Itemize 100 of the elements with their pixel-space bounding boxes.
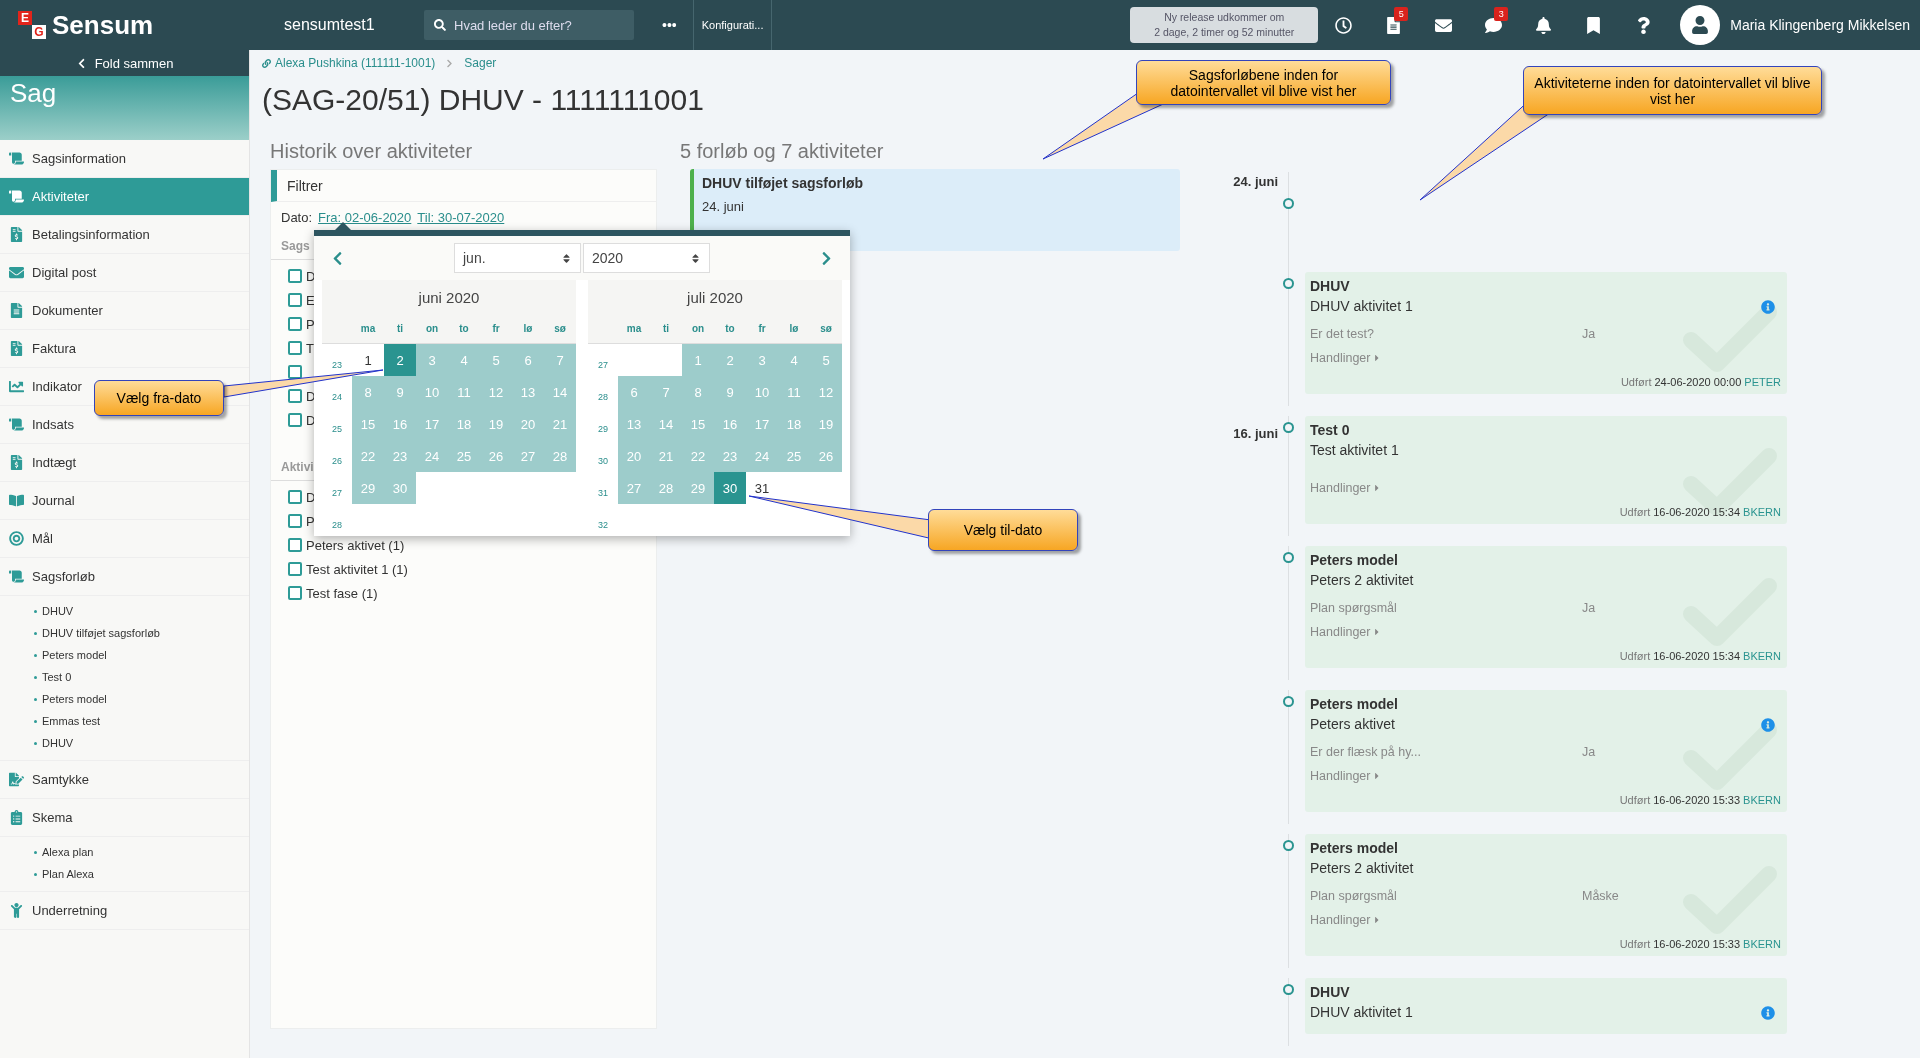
sidebar-item[interactable]: Faktura [0,330,249,368]
calendar-day[interactable]: 26 [810,440,842,472]
calendar-day[interactable]: 30 [714,472,746,504]
calendar-day[interactable]: 6 [618,376,650,408]
search-field[interactable]: Hvad leder du efter? [424,10,634,40]
actions-link[interactable]: Handlinger [1310,476,1781,500]
actions-link[interactable]: Handlinger [1310,620,1781,644]
calendar-day[interactable]: 1 [682,344,714,376]
course-card[interactable]: DHUV tilføjet sagsforløb 24. juni [690,169,1180,251]
calendar-day[interactable]: 24 [416,440,448,472]
sidebar-subitem[interactable]: Test 0 [34,666,249,688]
user-link[interactable]: BKERN [1743,506,1781,518]
info-icon[interactable] [1761,718,1775,732]
checkbox[interactable] [288,562,302,576]
actions-link[interactable]: Handlinger [1310,346,1781,370]
sidebar-subitem[interactable]: DHUV [34,600,249,622]
sidebar-item[interactable]: Sagsforløb [0,558,249,596]
calendar-day[interactable]: 11 [448,376,480,408]
breadcrumb-link[interactable]: Sager [464,56,497,70]
calendar-day[interactable]: 15 [352,408,384,440]
calendar-day[interactable]: 18 [448,408,480,440]
calendar-day[interactable]: 27 [618,472,650,504]
sidebar-item[interactable]: Skema [0,799,249,837]
actions-link[interactable]: Handlinger [1310,908,1781,932]
calendar-day[interactable]: 20 [512,408,544,440]
calendar-day[interactable]: 17 [416,408,448,440]
calendar-day[interactable]: 18 [778,408,810,440]
calendar-day[interactable]: 19 [480,408,512,440]
breadcrumb-link[interactable]: Alexa Pushkina (111111-1001) [262,56,436,70]
actions-link[interactable]: Handlinger [1310,764,1781,788]
calendar-day[interactable]: 8 [352,376,384,408]
calendar-day[interactable]: 6 [512,344,544,376]
checkbox[interactable] [288,490,302,504]
sidebar-subitem[interactable]: Peters model [34,644,249,666]
calendar-day[interactable]: 29 [682,472,714,504]
calendar-day[interactable]: 25 [448,440,480,472]
calendar-day[interactable]: 15 [682,408,714,440]
sidebar-subitem[interactable]: DHUV tilføjet sagsforløb [34,622,249,644]
calendar-day[interactable]: 28 [544,440,576,472]
calendar-day[interactable]: 19 [810,408,842,440]
info-icon[interactable] [1761,1006,1775,1020]
sidebar-subitem[interactable]: Emmas test [34,710,249,732]
to-date-link[interactable]: Til: 30-07-2020 [417,210,505,225]
calendar-day[interactable]: 14 [650,408,682,440]
calendar-day[interactable]: 14 [544,376,576,408]
sidebar-item[interactable]: Betalingsinformation [0,216,249,254]
calendar-day[interactable]: 5 [480,344,512,376]
calendar-day[interactable]: 30 [384,472,416,504]
sidebar-item[interactable]: Samtykke [0,761,249,799]
sidebar-item[interactable]: Digital post [0,254,249,292]
sidebar-item[interactable]: Underretning [0,892,249,930]
calendar-day[interactable]: 20 [618,440,650,472]
avatar[interactable] [1680,5,1721,45]
sidebar-subitem[interactable]: DHUV [34,732,249,754]
calendar-day[interactable]: 24 [746,440,778,472]
checkbox[interactable] [288,317,302,331]
checkbox[interactable] [288,538,302,552]
sidebar-item[interactable]: Mål [0,520,249,558]
calendar-day[interactable]: 8 [682,376,714,408]
user-link[interactable]: BKERN [1743,794,1781,806]
calendar-day[interactable]: 9 [714,376,746,408]
calendar-day[interactable]: 5 [810,344,842,376]
calendar-day[interactable]: 29 [352,472,384,504]
calendar-day[interactable]: 26 [480,440,512,472]
year-select[interactable]: 2020 [583,243,710,273]
config-menu-button[interactable]: Konfigurati... [692,0,773,50]
calendar-day[interactable]: 12 [810,376,842,408]
checkbox[interactable] [288,365,302,379]
calendar-day[interactable]: 23 [714,440,746,472]
sidebar-item[interactable]: Indtægt [0,444,249,482]
calendar-day[interactable]: 13 [512,376,544,408]
calendar-day[interactable]: 13 [618,408,650,440]
calendar-day[interactable]: 7 [544,344,576,376]
calendar-day[interactable]: 23 [384,440,416,472]
checkbox[interactable] [288,514,302,528]
calendar-day[interactable]: 3 [416,344,448,376]
calendar-day[interactable]: 11 [778,376,810,408]
calendar-day[interactable]: 25 [778,440,810,472]
calendar-day[interactable]: 4 [778,344,810,376]
calendar-day[interactable]: 21 [544,408,576,440]
checkbox[interactable] [288,586,302,600]
month-select[interactable]: jun. [454,243,581,273]
calendar-day[interactable]: 2 [714,344,746,376]
calendar-day[interactable]: 22 [682,440,714,472]
calendar-day[interactable]: 9 [384,376,416,408]
calendar-day[interactable]: 2 [384,344,416,376]
calendar-day[interactable]: 12 [480,376,512,408]
checkbox[interactable] [288,413,302,427]
checkbox[interactable] [288,389,302,403]
collapse-button[interactable]: Fold sammen [0,50,249,76]
user-link[interactable]: BKERN [1743,650,1781,662]
user-link[interactable]: BKERN [1743,938,1781,950]
from-date-link[interactable]: Fra: 02-06-2020 [318,210,412,225]
calendar-day[interactable]: 28 [650,472,682,504]
info-icon[interactable] [1761,300,1775,314]
calendar-day[interactable]: 10 [746,376,778,408]
checkbox[interactable] [288,269,302,283]
more-button[interactable]: ••• [656,16,683,34]
calendar-day[interactable]: 3 [746,344,778,376]
calendar-day[interactable]: 22 [352,440,384,472]
